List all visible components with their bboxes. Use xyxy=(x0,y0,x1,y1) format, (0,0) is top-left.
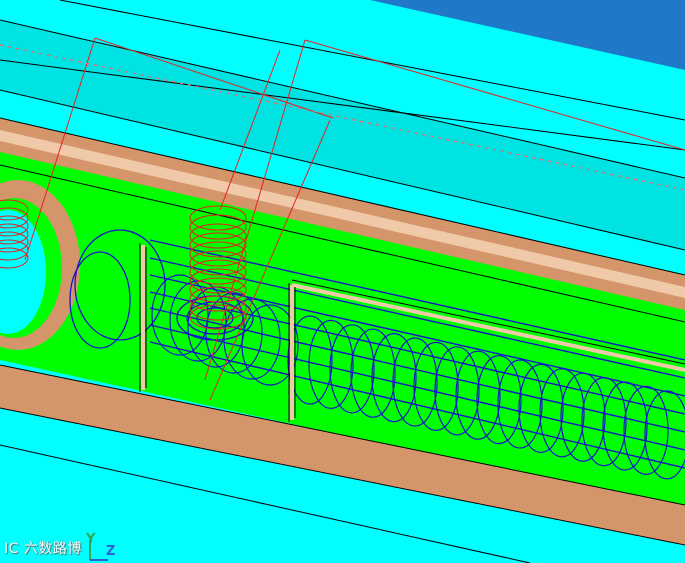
axis-y-label: Y xyxy=(86,532,96,547)
axis-triad-icon: Y Z xyxy=(84,532,124,563)
axis-z-label: Z xyxy=(106,544,116,559)
toolpath-scene[interactable] xyxy=(0,0,685,563)
cam-3d-viewport[interactable]: IC 六数路博 Y Z xyxy=(0,0,685,563)
watermark-text: IC 六数路博 xyxy=(4,541,82,557)
